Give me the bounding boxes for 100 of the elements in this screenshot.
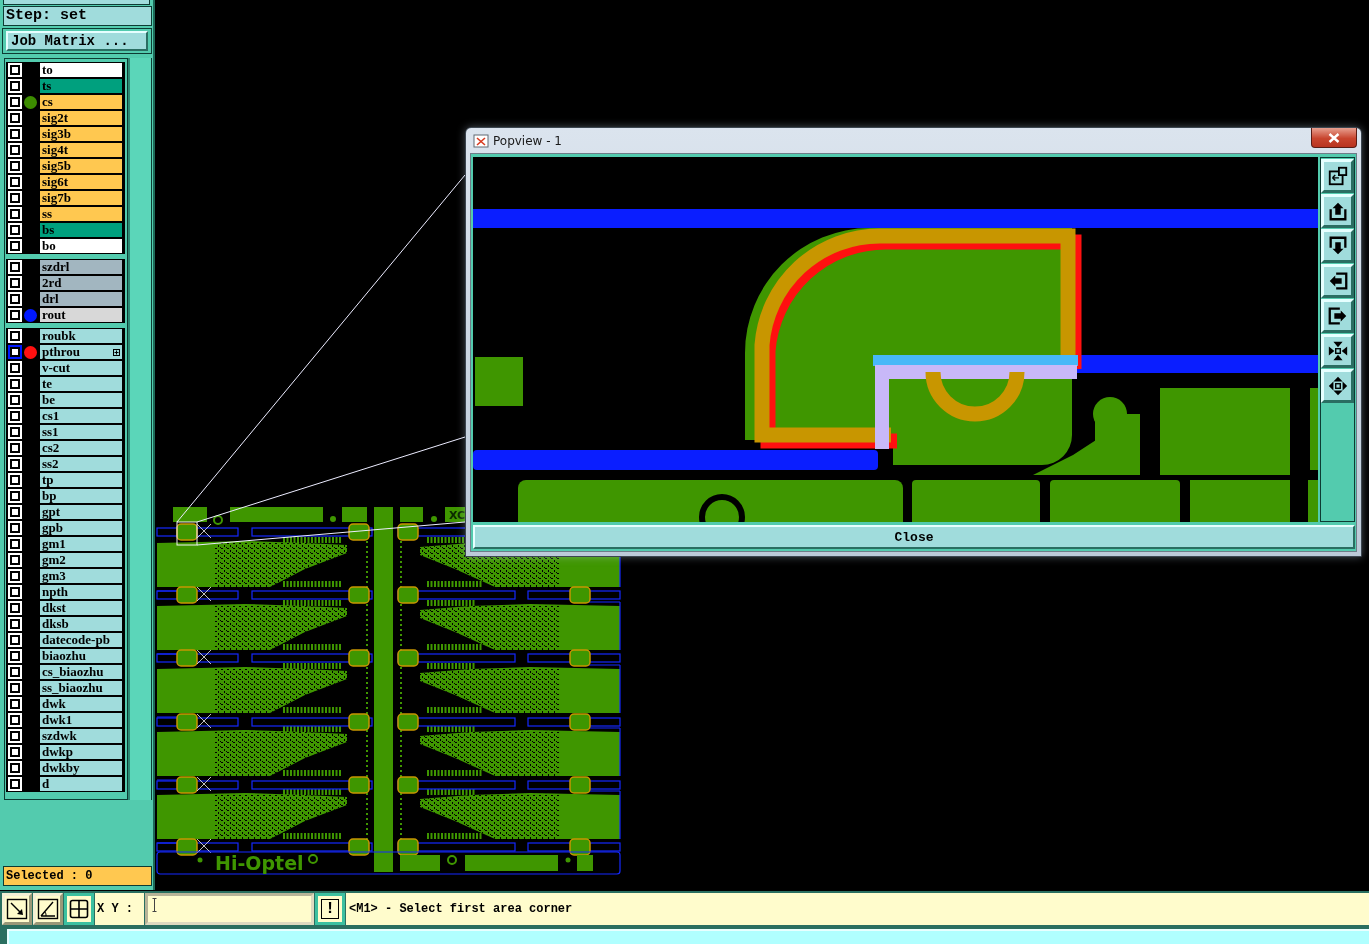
view-tool-button[interactable] [1321,264,1354,298]
close-button[interactable]: Close [473,525,1355,549]
layer-toggle[interactable] [8,713,22,727]
layer-name[interactable]: ss2 [40,457,122,471]
layer-name[interactable]: to [40,63,122,77]
close-button[interactable] [1311,128,1357,148]
layer-name[interactable]: datecode-pb [40,633,122,647]
layer-name[interactable]: ts [40,79,122,93]
layer-toggle[interactable] [8,505,22,519]
layer-name[interactable]: sig2t [40,111,122,125]
job-matrix-button[interactable]: Job Matrix ... [6,31,148,51]
layer-toggle[interactable] [8,457,22,471]
layer-name[interactable]: pthrou [40,345,122,359]
layer-toggle[interactable] [8,473,22,487]
tool-button[interactable] [64,893,94,925]
layer-name[interactable]: dksb [40,617,122,631]
layer-toggle[interactable] [8,79,22,93]
layer-toggle[interactable] [8,239,22,253]
view-tool-button[interactable] [1321,229,1354,263]
layer-name[interactable]: bs [40,223,122,237]
layer-name[interactable]: gm3 [40,569,122,583]
layer-toggle[interactable] [8,537,22,551]
layer-name[interactable]: dwk [40,697,122,711]
layer-toggle[interactable] [8,63,22,77]
layer-toggle[interactable] [8,260,22,274]
layer-name[interactable]: sig5b [40,159,122,173]
layer-toggle[interactable] [8,633,22,647]
layer-name[interactable]: ss1 [40,425,122,439]
layer-toggle[interactable] [8,393,22,407]
layer-name[interactable]: dwkp [40,745,122,759]
layer-name[interactable]: tp [40,473,122,487]
layer-toggle[interactable] [8,729,22,743]
layer-name[interactable]: d [40,777,122,791]
layer-toggle[interactable] [8,345,22,359]
layer-name[interactable]: sig6t [40,175,122,189]
layer-name[interactable]: sig3b [40,127,122,141]
layer-name[interactable]: szdwk [40,729,122,743]
layer-toggle[interactable] [8,191,22,205]
layer-name[interactable]: dwk1 [40,713,122,727]
layer-name[interactable]: 2rd [40,276,122,290]
layer-toggle[interactable] [8,276,22,290]
xy-input-field[interactable] [145,893,314,925]
layer-toggle[interactable] [8,223,22,237]
layer-toggle[interactable] [8,649,22,663]
layer-name[interactable]: gm2 [40,553,122,567]
layer-toggle[interactable] [8,601,22,615]
layer-toggle[interactable] [8,292,22,306]
layer-toggle[interactable] [8,409,22,423]
layer-toggle[interactable] [8,489,22,503]
layer-name[interactable]: roubk [40,329,122,343]
layer-toggle[interactable] [8,745,22,759]
layer-toggle[interactable] [8,777,22,791]
layer-toggle[interactable] [8,377,22,391]
layer-name[interactable]: dkst [40,601,122,615]
layer-name[interactable]: cs2 [40,441,122,455]
layer-toggle[interactable] [8,127,22,141]
scrollbar-track[interactable] [128,58,152,800]
layer-name[interactable]: biaozhu [40,649,122,663]
layer-toggle[interactable] [8,361,22,375]
layer-toggle[interactable] [8,308,22,322]
layer-name[interactable]: drl [40,292,122,306]
layer-name[interactable]: gpt [40,505,122,519]
layer-toggle[interactable] [8,617,22,631]
layer-name[interactable]: ss [40,207,122,221]
layer-name[interactable]: v-cut [40,361,122,375]
layer-toggle[interactable] [8,521,22,535]
view-tool-button[interactable] [1321,369,1354,403]
layer-name[interactable]: cs1 [40,409,122,423]
view-tool-button[interactable] [1321,159,1354,193]
layer-toggle[interactable] [8,111,22,125]
info-button[interactable]: ! [315,893,345,925]
layer-toggle[interactable] [8,569,22,583]
layer-toggle[interactable] [8,207,22,221]
view-tool-button[interactable] [1321,299,1354,333]
layer-name[interactable]: bo [40,239,122,253]
layer-toggle[interactable] [8,441,22,455]
layer-name[interactable]: ss_biaozhu [40,681,122,695]
layer-name[interactable]: rout [40,308,122,322]
layer-toggle[interactable] [8,425,22,439]
layer-toggle[interactable] [8,329,22,343]
layer-name[interactable]: npth [40,585,122,599]
layer-name[interactable]: cs [40,95,122,109]
view-tool-button[interactable] [1321,334,1354,368]
layer-name[interactable]: szdrl [40,260,122,274]
layer-name[interactable]: gm1 [40,537,122,551]
layer-name[interactable]: sig4t [40,143,122,157]
layer-name[interactable]: sig7b [40,191,122,205]
layer-toggle[interactable] [8,697,22,711]
layer-toggle[interactable] [8,761,22,775]
layer-toggle[interactable] [8,95,22,109]
layer-name[interactable]: gpb [40,521,122,535]
layer-name[interactable]: dwkby [40,761,122,775]
command-line-field[interactable] [7,929,1369,944]
layer-toggle[interactable] [8,585,22,599]
layer-name[interactable]: bp [40,489,122,503]
layer-toggle[interactable] [8,175,22,189]
layer-toggle[interactable] [8,553,22,567]
view-tool-button[interactable] [1321,194,1354,228]
layer-name[interactable]: te [40,377,122,391]
layer-name[interactable]: be [40,393,122,407]
